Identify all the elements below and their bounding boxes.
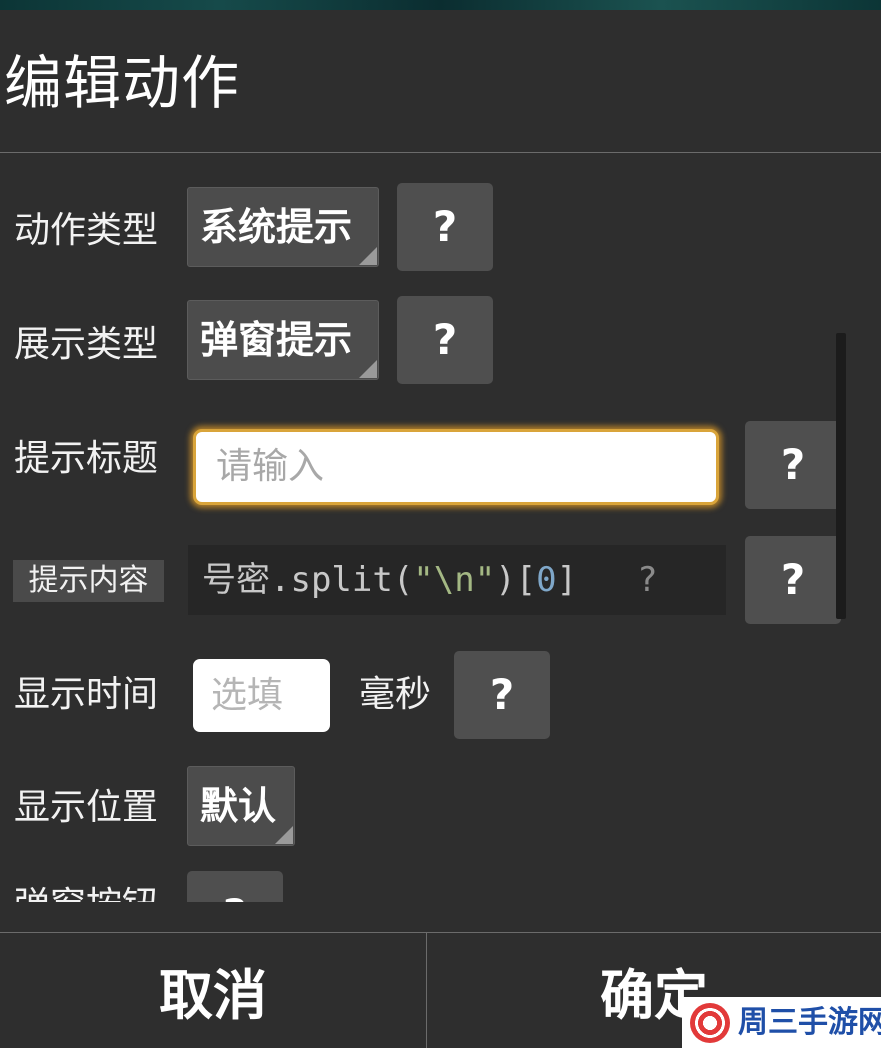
prompt-content-code-editor[interactable]: 号密.split("\n")[0]? [188, 545, 726, 615]
prompt-title-input[interactable]: 请输入 [193, 429, 719, 505]
prompt-title-label: 提示标题 [14, 438, 159, 479]
prompt-content-label: 提示内容 [13, 560, 164, 602]
display-type-spinner[interactable]: 弹窗提示 [187, 300, 379, 380]
action-type-value: 系统提示 [200, 205, 353, 249]
edit-action-dialog: 编辑动作 动作类型 系统提示 ? 展示类型 弹窗提示 ? 提示标题 请输入 ? … [0, 10, 881, 1048]
swirl-logo-icon [690, 1003, 730, 1043]
content-scrollbar[interactable] [836, 333, 846, 619]
code-token: ] [556, 560, 578, 600]
code-token: )[ [495, 560, 537, 600]
background-strip [0, 0, 881, 10]
prompt-title-help-button[interactable]: ? [745, 421, 841, 509]
inline-help-icon[interactable]: ? [637, 560, 657, 600]
display-position-label: 显示位置 [14, 787, 159, 828]
watermark-text: 周三手游网 [738, 1005, 881, 1040]
popup-buttons-label: 弹窗按钮 [14, 884, 158, 902]
display-position-value: 默认 [200, 784, 277, 828]
display-type-help-button[interactable]: ? [397, 296, 493, 384]
action-type-label: 动作类型 [14, 210, 159, 251]
display-type-label: 展示类型 [14, 324, 159, 365]
popup-buttons-help-button[interactable]: ? [187, 871, 283, 902]
display-time-label: 显示时间 [14, 674, 159, 715]
code-string-token: "\n" [413, 560, 496, 600]
code-number-token: 0 [536, 560, 557, 600]
prompt-content-help-button[interactable]: ? [745, 536, 841, 624]
display-position-spinner[interactable]: 默认 [187, 766, 295, 846]
display-time-input[interactable]: 选填 [193, 659, 330, 732]
display-type-value: 弹窗提示 [200, 318, 353, 362]
display-time-unit: 毫秒 [359, 674, 432, 715]
dropdown-corner-icon [359, 360, 377, 378]
dropdown-corner-icon [275, 826, 293, 844]
dialog-title: 编辑动作 [4, 49, 241, 117]
code-token: 号密.split( [202, 560, 414, 600]
watermark: 周三手游网 [682, 997, 881, 1048]
dropdown-corner-icon [359, 247, 377, 265]
cancel-button[interactable]: 取消 [0, 933, 426, 1048]
display-time-help-button[interactable]: ? [454, 651, 550, 739]
dialog-content: 动作类型 系统提示 ? 展示类型 弹窗提示 ? 提示标题 请输入 ? 提示内容 … [0, 153, 881, 902]
action-type-help-button[interactable]: ? [397, 183, 493, 271]
action-type-spinner[interactable]: 系统提示 [187, 187, 379, 267]
